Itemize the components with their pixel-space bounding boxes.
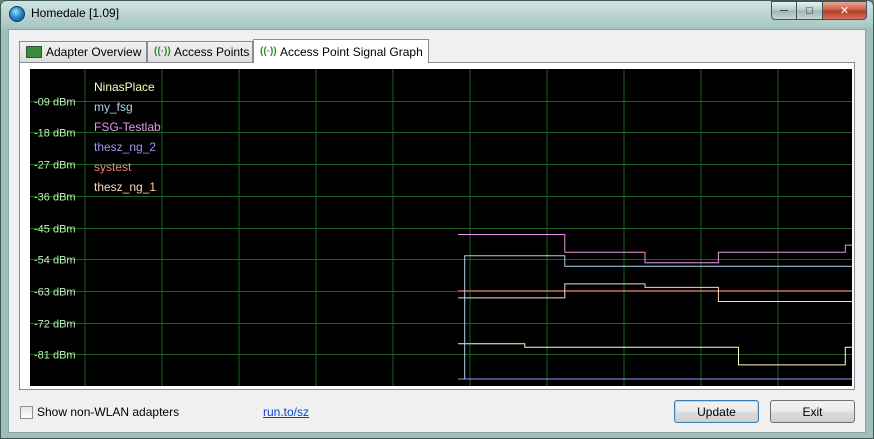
tab-access-point-signal-graph[interactable]: ((·)) Access Point Signal Graph — [253, 39, 429, 63]
tab-adapter-overview[interactable]: Adapter Overview — [19, 41, 147, 62]
website-link[interactable]: run.to/sz — [263, 405, 309, 419]
legend-entry: my_fsg — [94, 100, 133, 114]
bottom-bar: Show non-WLAN adapters run.to/sz Update … — [9, 396, 865, 428]
legend-entry: thesz_ng_1 — [94, 180, 156, 194]
series-line-thesz-ng-1 — [458, 283, 852, 302]
close-button[interactable]: ✕ — [823, 1, 867, 20]
window-title: Homedale [1.09] — [31, 6, 120, 20]
maximize-button[interactable]: □ — [797, 1, 823, 20]
signal-graph: -09 dBm -18 dBm -27 dBm -36 dBm -45 dBm -54 d… — [30, 69, 852, 386]
series-line-my-fsg — [458, 255, 852, 380]
app-window: Homedale [1.09] ─ □ ✕ Adapter Overview (… — [0, 0, 874, 439]
y-tick-label: -45 dBm — [34, 224, 76, 236]
y-tick-label: -36 dBm — [34, 192, 76, 204]
title-bar[interactable]: Homedale [1.09] ─ □ ✕ — [1, 1, 873, 27]
exit-button[interactable]: Exit — [770, 400, 855, 423]
y-tick-label: -54 dBm — [34, 255, 76, 267]
legend-entry: thesz_ng_2 — [94, 140, 156, 154]
network-adapter-icon — [26, 46, 42, 58]
y-tick-label: -72 dBm — [34, 319, 76, 331]
signal-graph-svg: -09 dBm -18 dBm -27 dBm -36 dBm -45 dBm -54 d… — [30, 69, 852, 386]
y-tick-label: -09 dBm — [34, 97, 76, 109]
y-tick-label: -81 dBm — [34, 350, 76, 362]
show-non-wlan-checkbox[interactable] — [20, 405, 33, 419]
tab-label: Adapter Overview — [46, 45, 142, 59]
minimize-icon: ─ — [780, 4, 788, 17]
wifi-antenna-icon: ((·)) — [154, 46, 171, 57]
legend-entry: FSG-Testlab — [94, 120, 161, 134]
series-line-fsg-testlab — [458, 234, 852, 264]
legend-entry: NinasPlace — [94, 80, 155, 94]
globe-app-icon — [9, 6, 25, 22]
y-tick-label: -27 dBm — [34, 160, 76, 172]
show-non-wlan-label: Show non-WLAN adapters — [37, 405, 180, 419]
caption-buttons: ─ □ ✕ — [771, 1, 867, 20]
close-icon: ✕ — [839, 5, 850, 17]
show-non-wlan-option[interactable]: Show non-WLAN adapters — [20, 405, 179, 419]
legend-entry: systest — [94, 160, 132, 174]
update-button[interactable]: Update — [674, 400, 759, 423]
tab-access-points[interactable]: ((·)) Access Points — [147, 41, 253, 62]
tab-label: Access Point Signal Graph — [280, 44, 423, 59]
tab-label: Access Points — [174, 45, 250, 59]
y-tick-label: -63 dBm — [34, 287, 76, 299]
wifi-antenna-icon: ((·)) — [260, 45, 277, 57]
y-tick-label: -18 dBm — [34, 128, 76, 140]
signal-graph-panel: -09 dBm -18 dBm -27 dBm -36 dBm -45 dBm -54 d… — [19, 62, 855, 390]
client-area: Adapter Overview ((·)) Access Points ((·… — [8, 29, 866, 433]
minimize-button[interactable]: ─ — [771, 1, 797, 20]
maximize-icon: □ — [806, 4, 813, 17]
